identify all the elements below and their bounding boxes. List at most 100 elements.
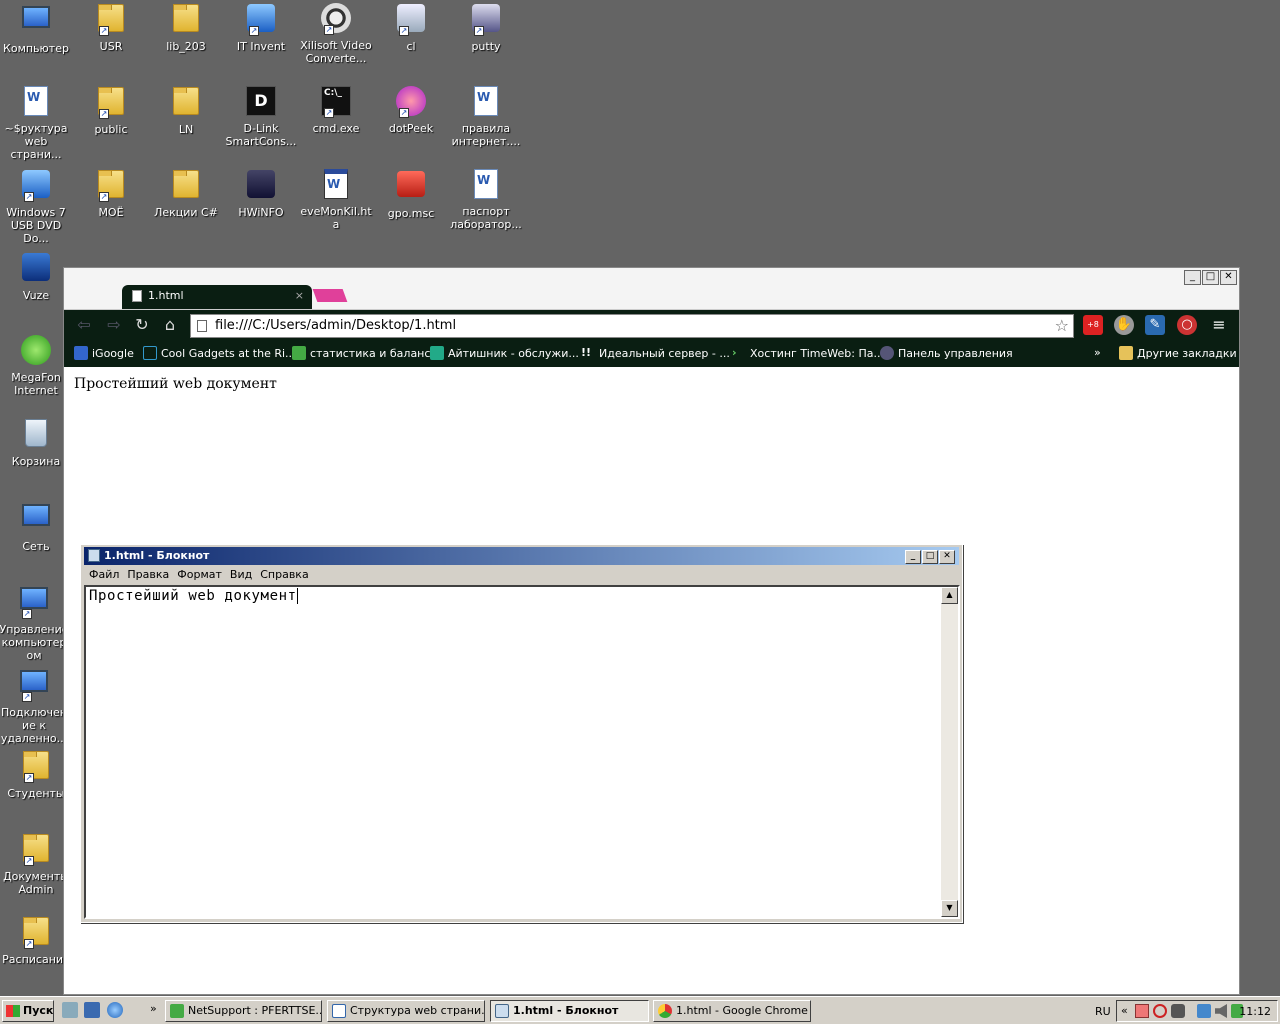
bookmark-label: Хостинг TimeWeb: Па...: [750, 346, 884, 360]
bookmark-label: Айтишник - обслужи...: [448, 346, 579, 360]
tray-volume-icon[interactable]: [1215, 1004, 1227, 1018]
bookmark-ideal-server[interactable]: !! Идеальный сервер - ...: [581, 346, 730, 360]
bookmark-aitishnik[interactable]: Айтишник - обслужи...: [430, 346, 579, 360]
task-notepad[interactable]: 1.html - Блокнот: [490, 1000, 649, 1022]
desktop-icon-public[interactable]: ↗ public: [74, 85, 148, 136]
weather-extension-icon[interactable]: +8: [1083, 315, 1103, 335]
quicklaunch-desktop-icon[interactable]: [84, 1002, 100, 1018]
close-button[interactable]: ✕: [939, 550, 955, 564]
menu-icon[interactable]: ≡: [1209, 315, 1229, 335]
chrome-titlebar[interactable]: _ □ ✕ 1.html ×: [64, 268, 1239, 310]
desktop-icon-ln[interactable]: LN: [149, 85, 223, 136]
bookmark-label: iGoogle: [92, 346, 134, 360]
task-netsupport[interactable]: NetSupport : PFERTTSE...: [165, 1000, 322, 1022]
desktop-icon-struct[interactable]: ~$руктура web страни...: [0, 85, 73, 161]
desktop-icon-compmgmt[interactable]: ↗ Управление компьютером: [0, 583, 69, 662]
task-chrome[interactable]: 1.html - Google Chrome: [653, 1000, 811, 1022]
home-button[interactable]: ⌂: [160, 315, 180, 335]
desktop-icon-passport[interactable]: паспорт лаборатор...: [449, 168, 523, 231]
scroll-up-icon[interactable]: ▲: [941, 587, 958, 604]
tab-1-html[interactable]: 1.html ×: [122, 285, 312, 309]
shortcut-arrow-icon: ↗: [99, 192, 109, 202]
notes-extension-icon[interactable]: ✎: [1145, 315, 1165, 335]
desktop-icon-evemonkil[interactable]: eveMonKil.hta: [299, 168, 373, 231]
desktop-icon-cmd[interactable]: C:\_ ↗ cmd.exe: [299, 85, 373, 135]
desktop-icon-cl[interactable]: ↗ cl: [374, 2, 448, 53]
address-bar[interactable]: file:///C:/Users/admin/Desktop/1.html ☆: [190, 314, 1074, 338]
vertical-scrollbar[interactable]: ▲ ▼: [941, 587, 958, 917]
maximize-button[interactable]: □: [1202, 270, 1219, 285]
quicklaunch-chevron[interactable]: »: [150, 1002, 157, 1015]
tab-close-icon[interactable]: ×: [295, 289, 304, 302]
desktop-icon-win7dvd[interactable]: ↗ Windows 7 USB DVD Do...: [0, 168, 73, 245]
desktop-icon-computer[interactable]: Компьютер: [0, 2, 73, 55]
menu-format[interactable]: Формат: [173, 566, 226, 584]
bookmark-igoogle[interactable]: iGoogle: [74, 346, 134, 360]
desktop-icon-rdp[interactable]: ↗ Подключение к удаленно...: [0, 666, 69, 745]
desktop-icon-lib203[interactable]: lib_203: [149, 2, 223, 53]
remote-desktop-icon: [20, 670, 48, 692]
shortcut-arrow-icon: ↗: [24, 192, 34, 202]
tray-opera-icon[interactable]: [1153, 1004, 1167, 1018]
task-label: NetSupport : PFERTTSE...: [188, 1004, 322, 1017]
menu-view[interactable]: Вид: [226, 566, 256, 584]
desktop-icon-dlink[interactable]: D D-Link SmartCons...: [224, 85, 298, 148]
menu-file[interactable]: Файл: [85, 566, 123, 584]
google-icon: [74, 346, 88, 360]
desktop-icon-dotpeek[interactable]: ↗ dotPeek: [374, 85, 448, 135]
exclamation-icon: !!: [581, 346, 592, 359]
tray-network-icon[interactable]: [1197, 1004, 1211, 1018]
minimize-button[interactable]: _: [1184, 270, 1201, 285]
desktop-icon-lectures[interactable]: Лекции С#: [149, 168, 223, 219]
tray-phone-icon[interactable]: [1171, 1004, 1185, 1018]
minimize-button[interactable]: _: [905, 550, 921, 564]
quicklaunch-ie-icon[interactable]: [107, 1002, 123, 1018]
menu-edit[interactable]: Правка: [123, 566, 173, 584]
maximize-button[interactable]: □: [922, 550, 938, 564]
chrome-icon: [658, 1004, 672, 1018]
desktop-icon-putty[interactable]: ↗ putty: [449, 2, 523, 53]
shortcut-arrow-icon: ↗: [399, 26, 409, 36]
desktop-icon-gpo[interactable]: gpo.msc: [374, 168, 448, 220]
bookmark-control-panel[interactable]: Панель управления: [880, 346, 1013, 360]
desktop-icon-itinvent[interactable]: ↗ IT Invent: [224, 2, 298, 53]
other-bookmarks-button[interactable]: Другие закладки: [1119, 346, 1237, 360]
task-word-doc[interactable]: Структура web страни...: [327, 1000, 485, 1022]
text-caret: [296, 588, 298, 604]
back-button[interactable]: ⇦: [74, 315, 94, 335]
bookmark-timeweb[interactable]: › Хостинг TimeWeb: Па...: [732, 346, 884, 360]
reload-button[interactable]: ↻: [132, 315, 152, 335]
page-icon: [197, 320, 207, 332]
menu-help[interactable]: Справка: [256, 566, 312, 584]
extension-icon[interactable]: ✋: [1114, 315, 1134, 335]
dx-icon: [143, 346, 157, 360]
extension-badge: +8: [1087, 320, 1099, 329]
scroll-down-icon[interactable]: ▼: [941, 900, 958, 917]
desktop-icon-pravila[interactable]: правила интернет....: [449, 85, 523, 148]
desktop-icon-label: Windows 7 USB DVD Do...: [6, 206, 66, 245]
folder-icon: [1119, 346, 1133, 360]
desktop-icon-usr[interactable]: ↗ USR: [74, 2, 148, 53]
bookmark-star-icon[interactable]: ☆: [1055, 316, 1069, 335]
desktop-icon-xilisoft[interactable]: ↗ Xilisoft Video Converte...: [299, 2, 373, 65]
notepad-text: Простейший web документ: [89, 588, 298, 604]
desktop-icon-hwinfo[interactable]: HWiNFO: [224, 168, 298, 219]
bookmarks-overflow-button[interactable]: »: [1094, 346, 1101, 359]
opera-extension-icon[interactable]: ○: [1177, 315, 1197, 335]
bookmark-cool-gadgets[interactable]: Cool Gadgets at the Ri...: [143, 346, 296, 360]
window-controls: _ □ ✕: [1184, 270, 1237, 285]
notepad-text-area[interactable]: Простейший web документ ▲ ▼: [84, 585, 960, 919]
quicklaunch-network-icon[interactable]: [62, 1002, 78, 1018]
tray-app-icon[interactable]: [1135, 1004, 1149, 1018]
new-tab-button[interactable]: [312, 289, 348, 302]
forward-button[interactable]: ⇨: [104, 315, 124, 335]
bookmark-stats[interactable]: статистика и баланс: [292, 346, 430, 360]
start-button[interactable]: Пуск: [2, 1000, 54, 1022]
tray-expand-chevron[interactable]: «: [1121, 1004, 1128, 1017]
close-button[interactable]: ✕: [1220, 270, 1237, 285]
notepad-titlebar[interactable]: 1.html - Блокнот _ □ ✕: [84, 547, 959, 565]
language-indicator[interactable]: RU: [1095, 1005, 1111, 1018]
desktop-icon-moe[interactable]: ↗ МОЁ: [74, 168, 148, 219]
clock[interactable]: 11:12: [1239, 1005, 1271, 1018]
tab-title: 1.html: [148, 289, 184, 302]
